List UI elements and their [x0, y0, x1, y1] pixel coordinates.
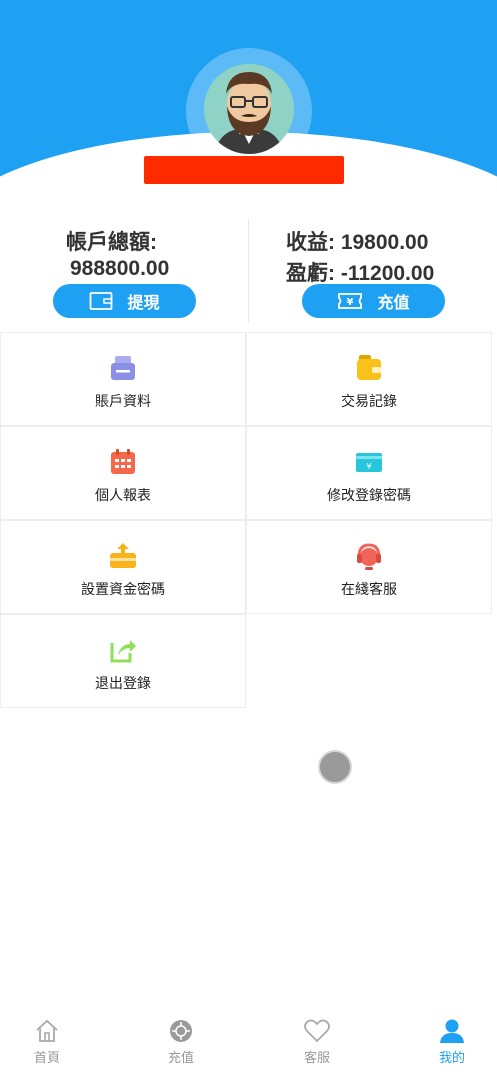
wallet-outline-icon [90, 292, 113, 310]
wallet-icon [357, 355, 381, 380]
balance-label: 帳戶總額: [66, 231, 157, 254]
recharge-icon [170, 1020, 192, 1042]
menu-personal-report[interactable]: 個人報表 [0, 426, 246, 520]
ticket-icon: ¥ [338, 293, 363, 309]
tab-home[interactable]: 首頁 [2, 1018, 92, 1066]
menu-online-support[interactable]: 在綫客服 [246, 520, 492, 614]
menu-label: 退出登錄 [95, 676, 151, 692]
menu-logout[interactable]: 退出登錄 [0, 614, 246, 708]
heart-icon [304, 1019, 330, 1043]
withdraw-button[interactable]: 提現 [53, 284, 196, 318]
menu-label: 個人報表 [95, 488, 151, 504]
recharge-label: 充值 [377, 293, 410, 312]
card-icon: ¥ [356, 453, 382, 472]
account-info-icon [111, 356, 135, 380]
avatar[interactable] [204, 64, 294, 154]
headset-icon [357, 543, 381, 570]
recharge-button[interactable]: ¥ 充值 [302, 284, 445, 318]
floating-assistive-button[interactable] [318, 750, 352, 784]
menu-change-login-password[interactable]: ¥ 修改登錄密碼 [246, 426, 492, 520]
tab-label: 客服 [303, 1051, 330, 1066]
home-icon [36, 1019, 58, 1042]
menu-label: 修改登錄密碼 [327, 488, 411, 504]
menu-label: 設置資金密碼 [81, 582, 165, 598]
svg-text:¥: ¥ [366, 462, 371, 471]
avatar-illustration [204, 64, 294, 154]
menu-transactions[interactable]: 交易記錄 [246, 332, 492, 426]
tab-mine[interactable]: 我的 [407, 1018, 497, 1066]
pnl-text: 盈虧: -11200.00 [286, 262, 435, 285]
tab-support[interactable]: 客服 [272, 1018, 362, 1066]
tab-label: 首頁 [33, 1051, 60, 1066]
menu-account-info[interactable]: 賬戶資料 [0, 332, 246, 426]
tab-label: 充值 [167, 1051, 194, 1066]
calendar-icon [111, 449, 135, 474]
bottom-tab-bar: 首頁 充值 客服 我的 [0, 1010, 497, 1076]
balance-section: 帳戶總額: 988800.00 提現 收益: 19800.00 盈虧: -112… [0, 216, 497, 326]
balance-value: 988800.00 [70, 257, 170, 280]
fund-icon [110, 543, 136, 568]
stats-divider [248, 220, 249, 322]
svg-text:¥: ¥ [347, 297, 354, 308]
menu-fund-password[interactable]: 設置資金密碼 [0, 520, 246, 614]
withdraw-label: 提現 [127, 293, 160, 312]
menu-label: 交易記錄 [341, 394, 397, 410]
income-text: 收益: 19800.00 [286, 231, 429, 254]
redacted-username [144, 156, 344, 184]
tab-recharge[interactable]: 充值 [136, 1018, 226, 1066]
logout-icon [110, 640, 136, 663]
menu-label: 在綫客服 [341, 582, 397, 598]
menu-label: 賬戶資料 [95, 394, 151, 410]
user-icon [440, 1019, 464, 1043]
tab-label: 我的 [438, 1051, 465, 1066]
